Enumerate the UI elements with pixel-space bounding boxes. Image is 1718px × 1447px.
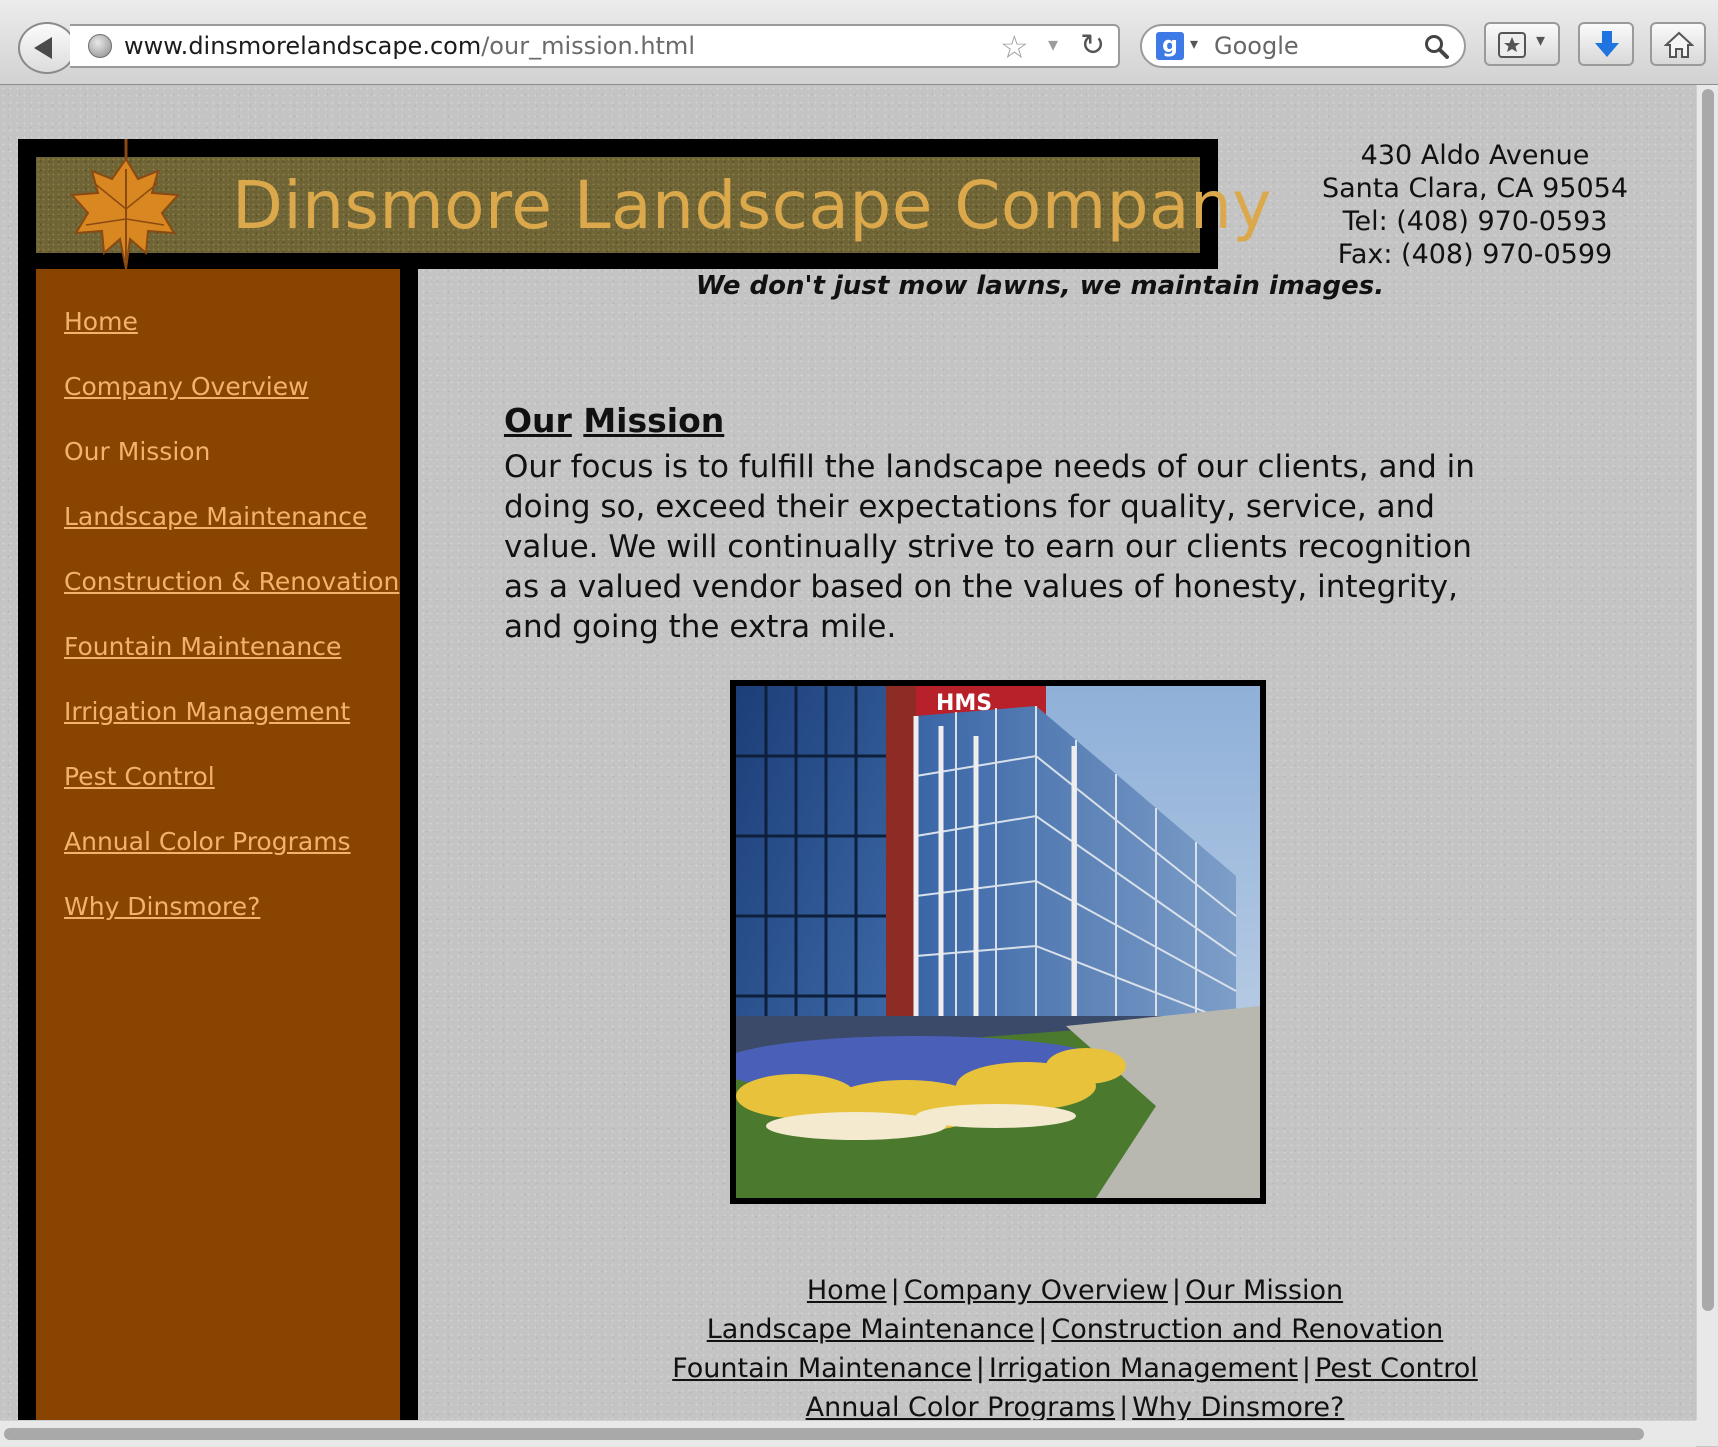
vertical-scroll-thumb[interactable]: [1702, 89, 1714, 1311]
back-button[interactable]: [18, 22, 76, 74]
address-city: Santa Clara, CA 95054: [1321, 173, 1629, 204]
address-fax: Fax: (408) 970-0599: [1337, 239, 1613, 270]
page-title-word-2: Mission: [583, 401, 725, 440]
footer-separator: |: [1038, 1314, 1048, 1345]
history-dropdown-icon[interactable]: ▾: [1048, 32, 1058, 56]
browser-toolbar: www.dinsmorelandscape.com/our_mission.ht…: [0, 0, 1718, 85]
address-bar[interactable]: www.dinsmorelandscape.com/our_mission.ht…: [70, 24, 1120, 68]
page-title: Our Mission: [504, 401, 724, 440]
tagline: We don't just mow lawns, we maintain ima…: [695, 271, 1385, 301]
footer-nav: Home | Company Overview | Our Mission Landsc…: [560, 1271, 1590, 1420]
globe-icon: [88, 34, 112, 58]
footer-link-why-dinsmore[interactable]: Why Dinsmore?: [1132, 1392, 1344, 1420]
footer-row-4: Annual Color Programs | Why Dinsmore?: [560, 1388, 1590, 1420]
address-street: 430 Aldo Avenue: [1360, 140, 1590, 171]
footer-separator: |: [890, 1275, 900, 1306]
home-button[interactable]: [1650, 22, 1706, 66]
download-arrow-icon: [1595, 31, 1619, 57]
sidebar-item-construction-renovation[interactable]: Construction & Renovation: [64, 567, 399, 596]
footer-link-landscape-maintenance[interactable]: Landscape Maintenance: [707, 1314, 1035, 1345]
back-arrow-icon: [34, 37, 52, 59]
url-host: www.dinsmorelandscape.com: [124, 32, 482, 60]
horizontal-scroll-thumb[interactable]: [4, 1428, 1644, 1440]
footer-link-company-overview[interactable]: Company Overview: [904, 1275, 1168, 1306]
google-engine-icon[interactable]: g: [1156, 32, 1184, 60]
sidebar-item-landscape-maintenance[interactable]: Landscape Maintenance: [64, 502, 367, 531]
company-name: Dinsmore Landscape Company: [232, 167, 1272, 244]
horizontal-scrollbar[interactable]: [0, 1420, 1696, 1447]
sidebar-item-pest-control[interactable]: Pest Control: [64, 762, 215, 791]
bookmark-star-icon[interactable]: ☆: [1000, 28, 1029, 66]
url-text[interactable]: www.dinsmorelandscape.com/our_mission.ht…: [124, 32, 695, 60]
footer-row-2: Landscape Maintenance | Construction and R…: [560, 1310, 1590, 1349]
banner: Dinsmore Landscape Company: [18, 139, 1271, 270]
sidebar-item-our-mission: Our Mission: [64, 437, 211, 466]
page-viewport: Dinsmore Landscape Company 430 Aldo Aven…: [0, 85, 1696, 1420]
sidebar-nav: Home Company Overview Our Mission Landsc…: [36, 269, 400, 1420]
footer-link-our-mission[interactable]: Our Mission: [1185, 1275, 1343, 1306]
maple-leaf-logo: [69, 139, 181, 270]
engine-dropdown-icon[interactable]: ▾: [1190, 34, 1198, 53]
building-photo-frame: HMS: [730, 680, 1266, 1204]
sidebar-item-fountain-maintenance[interactable]: Fountain Maintenance: [64, 632, 341, 661]
footer-link-pest-control[interactable]: Pest Control: [1315, 1353, 1478, 1384]
url-path: /our_mission.html: [481, 32, 695, 60]
sidebar-item-company-overview[interactable]: Company Overview: [64, 372, 309, 401]
search-icon[interactable]: [1424, 34, 1450, 60]
sidebar-item-home[interactable]: Home: [64, 307, 138, 336]
office-building-photo: HMS: [736, 686, 1260, 1198]
footer-separator: |: [1171, 1275, 1181, 1306]
footer-row-1: Home | Company Overview | Our Mission: [560, 1271, 1590, 1310]
sidebar-item-annual-color-programs[interactable]: Annual Color Programs: [64, 827, 351, 856]
footer-separator: |: [1119, 1392, 1129, 1420]
footer-link-construction-renovation[interactable]: Construction and Renovation: [1051, 1314, 1443, 1345]
reload-icon[interactable]: ↻: [1080, 28, 1105, 63]
footer-separator: |: [1301, 1353, 1312, 1384]
footer-link-irrigation-management[interactable]: Irrigation Management: [989, 1353, 1298, 1384]
banner-background: Dinsmore Landscape Company: [36, 157, 1271, 253]
sidebar-item-why-dinsmore[interactable]: Why Dinsmore?: [64, 892, 260, 921]
company-address: 430 Aldo Avenue Santa Clara, CA 95054 Te…: [1300, 139, 1650, 271]
bookmarks-dropdown-icon: ▾: [1536, 30, 1546, 51]
mission-statement: Our focus is to fulfill the landscape ne…: [504, 449, 1475, 645]
footer-separator: |: [975, 1353, 985, 1384]
bookmarks-button[interactable]: ▾: [1484, 22, 1560, 66]
search-input[interactable]: Google: [1214, 32, 1299, 60]
downloads-button[interactable]: [1578, 22, 1634, 66]
address-phone: Tel: (408) 970-0593: [1342, 206, 1608, 237]
scrollbar-corner: [1696, 1420, 1718, 1446]
sidebar-frame: Home Company Overview Our Mission Landsc…: [18, 269, 418, 1420]
sidebar-item-irrigation-management[interactable]: Irrigation Management: [64, 697, 350, 726]
footer-link-home[interactable]: Home: [807, 1275, 887, 1306]
bookmarks-icon: [1498, 32, 1526, 58]
search-bar[interactable]: g ▾ Google: [1140, 24, 1466, 68]
footer-row-3: Fountain Maintenance | Irrigation Manageme…: [560, 1349, 1590, 1388]
vertical-scrollbar[interactable]: [1696, 85, 1718, 1420]
footer-link-fountain-maintenance[interactable]: Fountain Maintenance: [672, 1353, 972, 1384]
footer-link-annual-color-programs[interactable]: Annual Color Programs: [806, 1392, 1116, 1420]
home-icon: [1664, 31, 1694, 58]
page-title-word-1: Our: [504, 401, 572, 440]
